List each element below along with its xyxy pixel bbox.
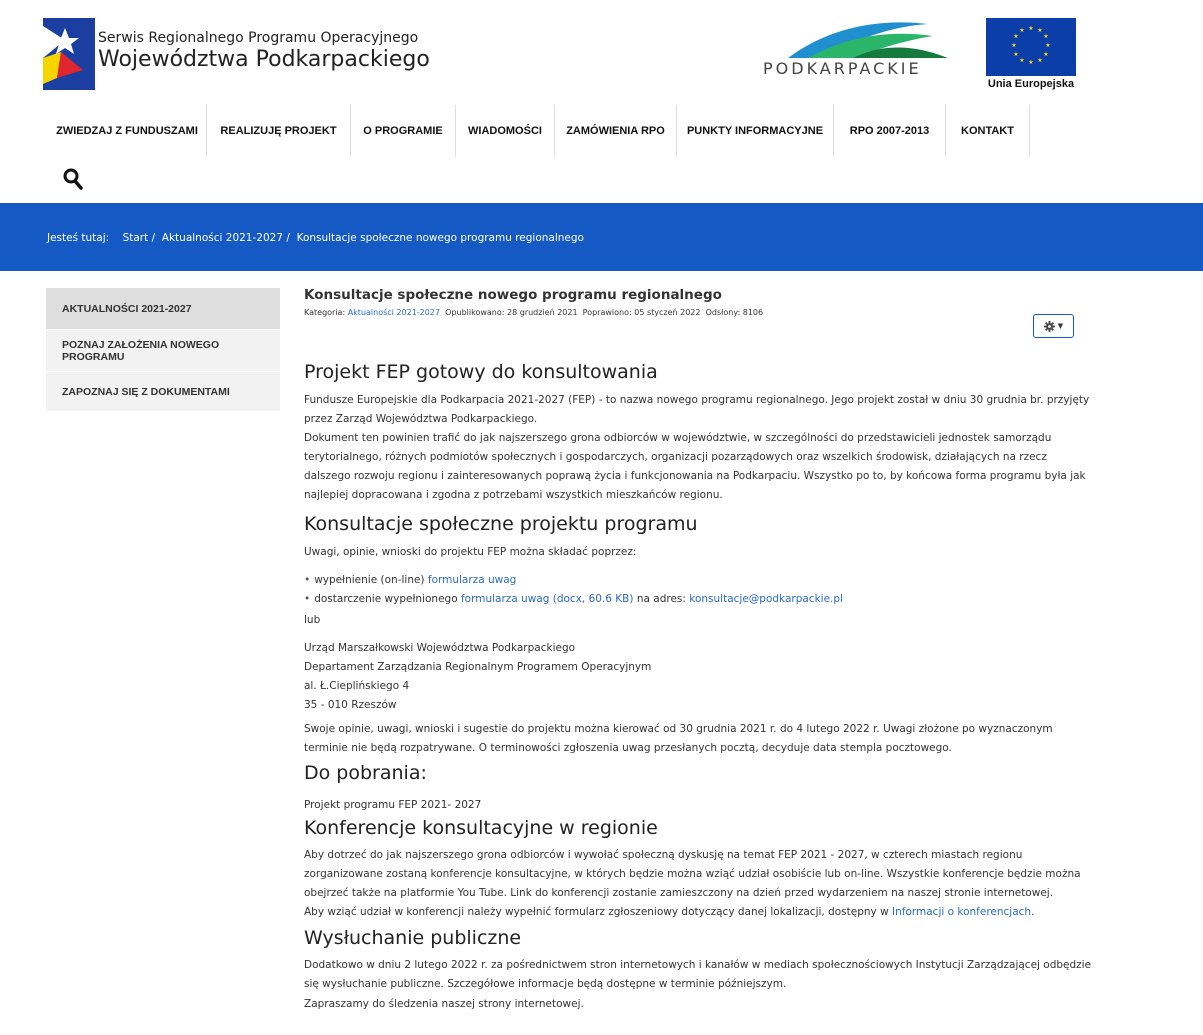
list-item: • dostarczenie wypełnionego formularza uw… bbox=[304, 590, 1094, 609]
nav-item-zamowienia[interactable]: ZAMÓWIENIA RPO bbox=[555, 105, 677, 157]
svg-text:★: ★ bbox=[1043, 33, 1048, 40]
bullet-icon: • bbox=[304, 574, 311, 586]
email-link[interactable]: konsultacje@podkarpackie.pl bbox=[689, 593, 843, 605]
list-item-text: dostarczenie wypełnionego bbox=[314, 593, 461, 605]
breadcrumb-banner: Jesteś tutaj: Start / Aktualności 2021-2… bbox=[0, 203, 1203, 271]
svg-text:★: ★ bbox=[1013, 33, 1018, 40]
paragraph-methods: Uwagi, opinie, wnioski do projektu FEP m… bbox=[304, 546, 637, 558]
heading-hearing: Wysłuchanie publiczne bbox=[304, 927, 522, 949]
meta-category-link[interactable]: Aktualności 2021-2027 bbox=[348, 308, 440, 317]
meta-modified: Poprawiono: 05 styczeń 2022 bbox=[582, 308, 701, 317]
bullet-icon: • bbox=[304, 593, 311, 605]
address-line: 35 - 010 Rzeszów bbox=[304, 699, 397, 711]
site-title-line1: Serwis Regionalnego Programu Operacyjneg… bbox=[98, 30, 419, 46]
meta-published: Opublikowano: 28 grudzień 2021 bbox=[445, 308, 578, 317]
heading-download: Do pobrania: bbox=[304, 762, 427, 784]
svg-text:★: ★ bbox=[1037, 57, 1042, 64]
svg-text:★: ★ bbox=[1043, 51, 1048, 58]
list-item-text: wypełnienie (on-line) bbox=[314, 574, 428, 586]
gear-icon bbox=[1043, 320, 1055, 332]
eu-logo-caption: Unia Europejska bbox=[987, 78, 1075, 90]
nav-item-kontakt[interactable]: KONTAKT bbox=[946, 105, 1030, 157]
svg-text:★: ★ bbox=[1013, 51, 1018, 58]
paragraph-registration-text: Aby wziąć udział w konferencji należy wy… bbox=[304, 906, 893, 918]
form-link-docx[interactable]: formularza uwag (docx, 60.6 KB) bbox=[461, 593, 634, 605]
sidebar-item-poznaj[interactable]: POZNAJ ZAŁOŻENIA NOWEGO PROGRAMU bbox=[46, 330, 280, 372]
article-meta: Kategoria: Aktualności 2021-2027 Opublik… bbox=[304, 308, 1094, 317]
svg-text:★: ★ bbox=[1011, 42, 1016, 49]
heading-consultation: Konsultacje społeczne projektu programu bbox=[304, 513, 698, 535]
nav-item-punkty[interactable]: PUNKTY INFORMACYJNE bbox=[677, 105, 834, 157]
paragraph-conferences: Aby dotrzeć do jak najszerszego grona od… bbox=[304, 849, 1081, 899]
heading-project: Projekt FEP gotowy do konsultowania bbox=[304, 361, 658, 383]
list-item: • wypełnienie (on-line) formularza uwag bbox=[304, 571, 1094, 590]
podkarpackie-wordmark: PODKARPACKIE bbox=[763, 59, 922, 78]
address-line: Urząd Marszałkowski Województwa Podkarpa… bbox=[304, 642, 576, 654]
download-link[interactable]: Projekt programu FEP 2021- 2027 bbox=[304, 799, 481, 811]
main-nav: ZWIEDZAJ Z FUNDUSZAMI REALIZUJĘ PROJEKT … bbox=[48, 105, 1030, 157]
breadcrumb-separator: / bbox=[286, 232, 290, 244]
sidebar-menu: AKTUALNOŚCI 2021-2027 POZNAJ ZAŁOŻENIA N… bbox=[46, 288, 280, 412]
paragraph-intro: Fundusze Europejskie dla Podkarpacia 202… bbox=[304, 394, 1090, 425]
address-line: Departament Zarządzania Regionalnym Prog… bbox=[304, 661, 652, 673]
form-link-online[interactable]: formularza uwag bbox=[428, 574, 516, 586]
fundusze-europejskie-logo[interactable] bbox=[43, 18, 95, 90]
meta-hits: Odsłony: 8106 bbox=[705, 308, 764, 317]
breadcrumb-start[interactable]: Start bbox=[123, 232, 149, 244]
paragraph-hearing: Dodatkowo w dniu 2 lutego 2022 r. za poś… bbox=[304, 959, 1092, 990]
article-title: Konsultacje społeczne nowego programu re… bbox=[304, 287, 722, 303]
conference-info-link[interactable]: Informacji o konferencjach bbox=[892, 906, 1031, 918]
svg-text:★: ★ bbox=[1019, 27, 1024, 34]
svg-text:★: ★ bbox=[1037, 27, 1042, 34]
heading-conferences: Konferencje konsultacyjne w regionie bbox=[304, 817, 658, 839]
paragraph-registration: Aby wziąć udział w konferencji należy wy… bbox=[304, 903, 1094, 922]
nav-item-rpo-2007[interactable]: RPO 2007-2013 bbox=[834, 105, 946, 157]
paragraph-deadline: Swoje opinie, uwagi, wnioski i sugestie … bbox=[304, 723, 1053, 754]
sidebar-item-dokumenty[interactable]: ZAPOZNAJ SIĘ Z DOKUMENTAMI bbox=[46, 372, 280, 412]
nav-item-wiadomosci[interactable]: WIADOMOŚCI bbox=[456, 105, 555, 157]
article: Konsultacje społeczne nowego programu re… bbox=[304, 287, 1094, 1010]
paragraph-follow: Zapraszamy do śledzenia naszej strony in… bbox=[304, 998, 584, 1010]
paragraph-audience: Dokument ten powinien trafić do jak najs… bbox=[304, 432, 1086, 501]
svg-text:★: ★ bbox=[1028, 25, 1033, 32]
podkarpackie-logo[interactable]: PODKARPACKIE bbox=[758, 18, 958, 82]
breadcrumb-category[interactable]: Aktualności 2021-2027 bbox=[162, 232, 283, 244]
chevron-down-icon: ▼ bbox=[1057, 322, 1064, 330]
breadcrumb-separator: / bbox=[151, 232, 156, 244]
nav-item-zwiedzaj[interactable]: ZWIEDZAJ Z FUNDUSZAMI bbox=[48, 105, 207, 157]
breadcrumb-label: Jesteś tutaj: bbox=[47, 232, 110, 244]
svg-text:★: ★ bbox=[1028, 59, 1033, 66]
svg-text:★: ★ bbox=[1045, 42, 1050, 49]
eu-logo: ★ ★ ★ ★ ★ ★ ★ ★ ★ ★ ★ ★ Unia Europejska bbox=[986, 18, 1076, 91]
nav-item-o-programie[interactable]: O PROGRAMIE bbox=[351, 105, 456, 157]
nav-item-realizuje[interactable]: REALIZUJĘ PROJEKT bbox=[207, 105, 351, 157]
breadcrumb: Jesteś tutaj: Start / Aktualności 2021-2… bbox=[47, 232, 584, 244]
paragraph-registration-end: . bbox=[1031, 906, 1035, 918]
address-line: al. Ł.Cieplińskiego 4 bbox=[304, 680, 410, 692]
sidebar-item-aktualnosci[interactable]: AKTUALNOŚCI 2021-2027 bbox=[46, 288, 280, 330]
article-tools-button[interactable]: ▼ bbox=[1033, 314, 1074, 338]
list-item-text: na adres: bbox=[633, 593, 690, 605]
paragraph-lub: lub bbox=[304, 614, 321, 626]
site-title-line2: Województwa Podkarpackiego bbox=[98, 47, 430, 72]
search-icon[interactable] bbox=[63, 168, 83, 190]
site-title[interactable]: Serwis Regionalnego Programu Operacyjneg… bbox=[98, 30, 430, 72]
meta-category-label: Kategoria: bbox=[304, 308, 346, 317]
svg-text:★: ★ bbox=[1019, 57, 1024, 64]
breadcrumb-current: Konsultacje społeczne nowego programu re… bbox=[296, 232, 584, 244]
